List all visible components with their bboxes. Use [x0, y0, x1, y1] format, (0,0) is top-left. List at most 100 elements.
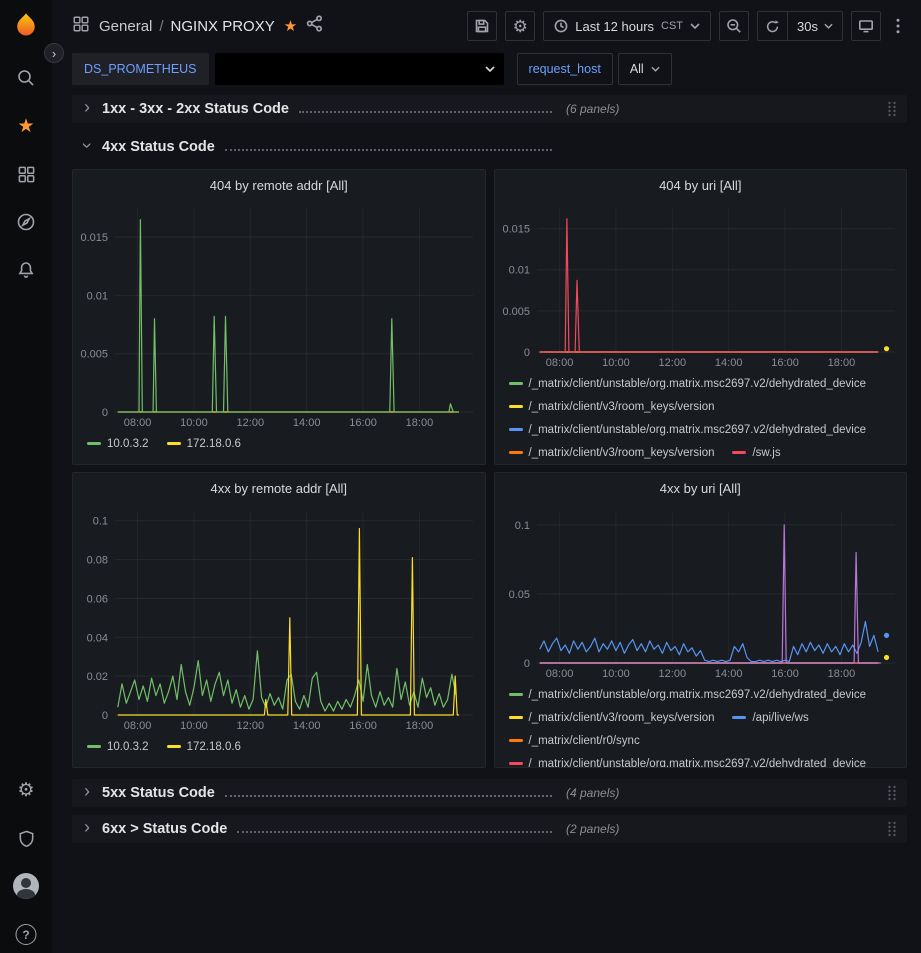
breadcrumb-folder[interactable]: General [99, 18, 152, 35]
template-variables-bar: DS_PROMETHEUS request_host All [52, 52, 921, 86]
explore-compass-icon[interactable] [14, 210, 38, 234]
svg-text:0: 0 [523, 347, 529, 359]
search-icon[interactable] [14, 66, 38, 90]
svg-text:18:00: 18:00 [406, 417, 434, 429]
zoom-out-button[interactable] [719, 11, 749, 41]
dashboards-icon[interactable] [14, 162, 38, 186]
legend-item[interactable]: /_matrix/client/v3/room_keys/version [509, 447, 715, 459]
tv-mode-button[interactable] [851, 11, 881, 41]
time-series-chart[interactable]: 08:0010:0012:0014:0016:0018:0000.0050.01… [495, 200, 907, 370]
share-icon[interactable] [306, 15, 323, 37]
panel-legend: 10.0.3.2 172.18.0.6 [73, 733, 485, 767]
panel-title[interactable]: 404 by uri [All] [659, 178, 741, 193]
legend-item[interactable]: /sw.js [732, 447, 780, 459]
refresh-icon[interactable] [758, 12, 787, 40]
row-header-6xx[interactable]: › 6xx > Status Code (2 panels) [72, 815, 907, 843]
datasource-dropdown[interactable] [215, 53, 504, 85]
row-title: 4xx Status Code [102, 139, 215, 155]
dotted-leader [299, 111, 552, 113]
sidebar-expand-button[interactable]: › [44, 43, 64, 63]
dashboard-settings-button[interactable]: ⚙ [505, 11, 535, 41]
refresh-controls: 30s [757, 11, 843, 41]
panel-4xx-by-uri: 4xx by uri [All] 08:0010:0012:0014:0016:0… [494, 472, 908, 768]
row-collapse-icon: › [80, 97, 94, 118]
settings-gear-icon[interactable]: ⚙ [14, 778, 38, 802]
help-icon[interactable]: ? [16, 924, 37, 945]
legend-swatch-icon [509, 693, 523, 696]
legend-item[interactable]: 10.0.3.2 [87, 438, 149, 450]
legend-item[interactable]: /_matrix/client/v3/room_keys/version [509, 712, 715, 724]
grafana-logo-icon[interactable] [11, 10, 41, 40]
time-range-label: Last 12 hours [575, 19, 654, 34]
legend-item[interactable]: /_matrix/client/unstable/org.matrix.msc2… [509, 758, 867, 768]
svg-text:0.1: 0.1 [93, 516, 108, 528]
save-dashboard-button[interactable] [467, 11, 497, 41]
starred-dashboards-icon[interactable]: ★ [14, 114, 38, 138]
panel-legend: 10.0.3.2 172.18.0.6 [73, 430, 485, 464]
svg-text:16:00: 16:00 [771, 357, 799, 369]
panel-title[interactable]: 4xx by uri [All] [660, 481, 741, 496]
legend-item[interactable]: 10.0.3.2 [87, 741, 149, 753]
row-drag-handle-icon[interactable] [887, 101, 899, 117]
row-drag-handle-icon[interactable] [887, 785, 899, 801]
adhoc-filter-key[interactable]: request_host [517, 53, 613, 85]
user-avatar[interactable] [13, 873, 39, 899]
legend-swatch-icon [509, 762, 523, 765]
refresh-interval-dropdown[interactable]: 30s [787, 12, 842, 40]
row-collapse-icon: › [77, 138, 98, 152]
legend-item[interactable]: /_matrix/client/unstable/org.matrix.msc2… [509, 689, 867, 701]
svg-text:08:00: 08:00 [545, 357, 573, 369]
time-series-chart[interactable]: 08:0010:0012:0014:0016:0018:0000.020.040… [73, 503, 485, 733]
time-zone-label: CST [661, 20, 683, 32]
adhoc-filter-value-dropdown[interactable]: All [618, 53, 672, 85]
panel-title[interactable]: 404 by remote addr [All] [210, 178, 348, 193]
legend-item[interactable]: /_matrix/client/v3/room_keys/version [509, 401, 715, 413]
panel-title[interactable]: 4xx by remote addr [All] [210, 481, 347, 496]
svg-text:14:00: 14:00 [714, 357, 742, 369]
server-admin-shield-icon[interactable] [14, 826, 38, 850]
panel-header: 4xx by remote addr [All] [73, 473, 485, 503]
svg-text:0.01: 0.01 [508, 265, 529, 277]
legend-swatch-icon [509, 382, 523, 385]
legend-swatch-icon [509, 428, 523, 431]
time-range-picker[interactable]: Last 12 hours CST [543, 11, 711, 41]
time-series-chart[interactable]: 08:0010:0012:0014:0016:0018:0000.050.1 [495, 503, 907, 681]
legend-item[interactable]: /_matrix/client/unstable/org.matrix.msc2… [509, 424, 867, 436]
panel-header: 404 by uri [All] [495, 170, 907, 200]
row-header-1xx-3xx-2xx[interactable]: › 1xx - 3xx - 2xx Status Code (6 panels) [72, 95, 907, 123]
row-collapse-icon: › [80, 817, 94, 838]
dotted-leader [225, 149, 552, 151]
panel-legend: /_matrix/client/unstable/org.matrix.msc2… [495, 370, 907, 464]
panel-404-by-uri: 404 by uri [All]08:0010:0012:0014:0016:0… [494, 169, 908, 465]
row-panel-count: (6 panels) [566, 102, 619, 116]
dotted-leader [237, 831, 552, 833]
breadcrumb-dashboard[interactable]: NGINX PROXY [171, 18, 275, 35]
svg-text:18:00: 18:00 [827, 668, 855, 680]
alerting-bell-icon[interactable] [14, 258, 38, 282]
row-title: 1xx - 3xx - 2xx Status Code [102, 101, 289, 117]
legend-item[interactable]: /_matrix/client/r0/sync [509, 735, 640, 747]
svg-text:12:00: 12:00 [658, 668, 686, 680]
row-header-4xx[interactable]: › 4xx Status Code [72, 133, 907, 161]
legend-item[interactable]: 172.18.0.6 [167, 741, 241, 753]
dashboard-grid-icon [72, 15, 90, 38]
panel-legend: /_matrix/client/unstable/org.matrix.msc2… [495, 681, 907, 767]
legend-item[interactable]: 172.18.0.6 [167, 438, 241, 450]
svg-text:10:00: 10:00 [602, 357, 630, 369]
more-options-icon[interactable] [889, 11, 907, 41]
legend-item[interactable]: /_matrix/client/unstable/org.matrix.msc2… [509, 378, 867, 390]
breadcrumb: General / NGINX PROXY [99, 18, 275, 35]
svg-text:0.015: 0.015 [502, 224, 530, 236]
favorite-star-icon[interactable]: ★ [284, 17, 297, 35]
row-header-5xx[interactable]: › 5xx Status Code (4 panels) [72, 779, 907, 807]
svg-text:12:00: 12:00 [237, 417, 265, 429]
panel-header: 4xx by uri [All] [495, 473, 907, 503]
svg-text:18:00: 18:00 [827, 357, 855, 369]
datasource-variable-label: DS_PROMETHEUS [72, 53, 209, 85]
row-drag-handle-icon[interactable] [887, 821, 899, 837]
time-series-chart[interactable]: 08:0010:0012:0014:0016:0018:0000.0050.01… [73, 200, 485, 430]
svg-text:10:00: 10:00 [180, 417, 208, 429]
row-collapse-icon: › [80, 781, 94, 802]
svg-text:0.02: 0.02 [87, 671, 108, 683]
legend-item[interactable]: /api/live/ws [732, 712, 808, 724]
